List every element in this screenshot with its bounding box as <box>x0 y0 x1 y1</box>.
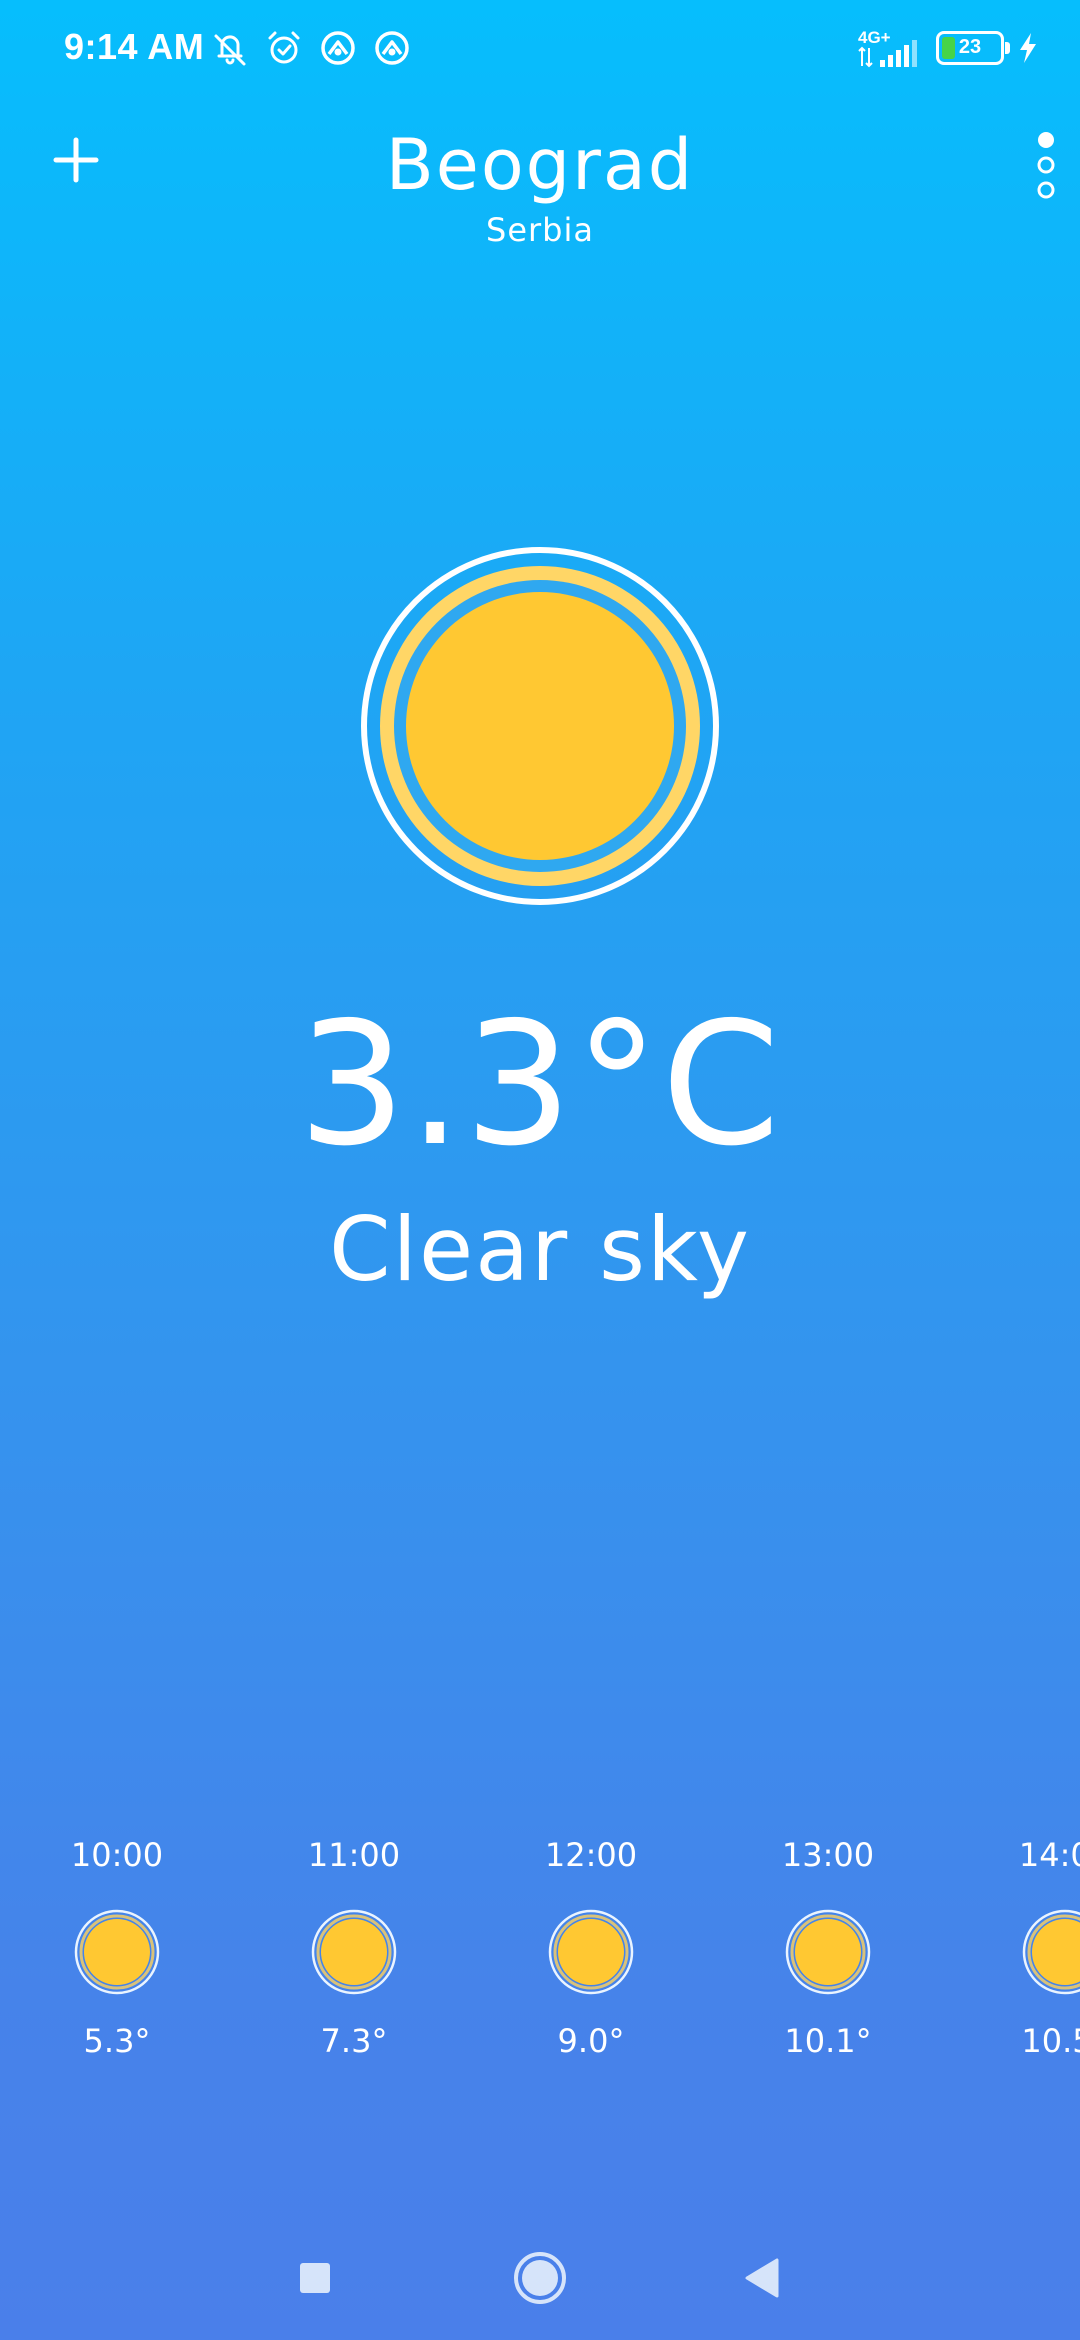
city-name: Beograd <box>385 124 695 206</box>
app-notification-icon <box>318 28 358 68</box>
sun-icon <box>784 1908 872 1996</box>
more-vert-icon <box>1037 132 1055 199</box>
hourly-item: 10:00 5.3° <box>27 1830 207 2066</box>
battery-percent: 23 <box>958 36 982 58</box>
bell-off-icon <box>210 28 250 68</box>
hourly-time: 14:00 <box>1018 1836 1080 1874</box>
more-options-button[interactable] <box>1024 128 1068 202</box>
hourly-temp: 5.3° <box>83 2022 151 2060</box>
signal-icon: 4G+ <box>858 28 924 68</box>
status-bar: 9:14 AM 4G+ 23 <box>0 0 1080 100</box>
hourly-item: 12:00 9.0° <box>501 1830 681 2066</box>
back-button[interactable] <box>735 2248 795 2308</box>
back-icon <box>745 2258 779 2298</box>
hourly-time: 10:00 <box>70 1836 164 1874</box>
sun-icon <box>360 546 720 906</box>
hourly-temp: 7.3° <box>320 2022 388 2060</box>
hourly-item: 11:00 7.3° <box>264 1830 444 2066</box>
alarm-icon <box>264 28 304 68</box>
hourly-time: 11:00 <box>307 1836 401 1874</box>
sun-icon <box>1021 1908 1080 1996</box>
hourly-forecast[interactable]: 10:00 5.3° 11:00 7.3° 12:00 9.0° 13:00 1… <box>0 1830 1080 2070</box>
current-temperature: 3.3°C <box>297 986 783 1184</box>
app-notification-icon <box>372 28 412 68</box>
charging-icon <box>1016 31 1040 65</box>
sun-icon <box>310 1908 398 1996</box>
hourly-item: 14:00 10.5° <box>975 1830 1080 2066</box>
status-icons-right: 4G+ 23 <box>858 28 1040 68</box>
hourly-temp: 10.1° <box>784 2022 872 2060</box>
navigation-bar <box>0 2220 1080 2340</box>
hourly-temp: 10.5° <box>1021 2022 1080 2060</box>
sun-icon <box>73 1908 161 1996</box>
hourly-time: 13:00 <box>781 1836 875 1874</box>
hourly-item: 13:00 10.1° <box>738 1830 918 2066</box>
recents-icon <box>300 2263 330 2293</box>
status-time: 9:14 AM <box>64 26 205 67</box>
status-icons-left <box>210 28 412 68</box>
battery-icon: 23 <box>936 31 1010 65</box>
sun-icon <box>547 1908 635 1996</box>
hourly-time: 12:00 <box>544 1836 638 1874</box>
country-name: Serbia <box>486 211 594 249</box>
home-icon <box>514 2252 566 2304</box>
weather-condition: Clear sky <box>329 1198 751 1301</box>
recents-button[interactable] <box>285 2248 345 2308</box>
location-header: Beograd Serbia <box>0 120 1080 250</box>
hourly-temp: 9.0° <box>557 2022 625 2060</box>
home-button[interactable] <box>510 2248 570 2308</box>
